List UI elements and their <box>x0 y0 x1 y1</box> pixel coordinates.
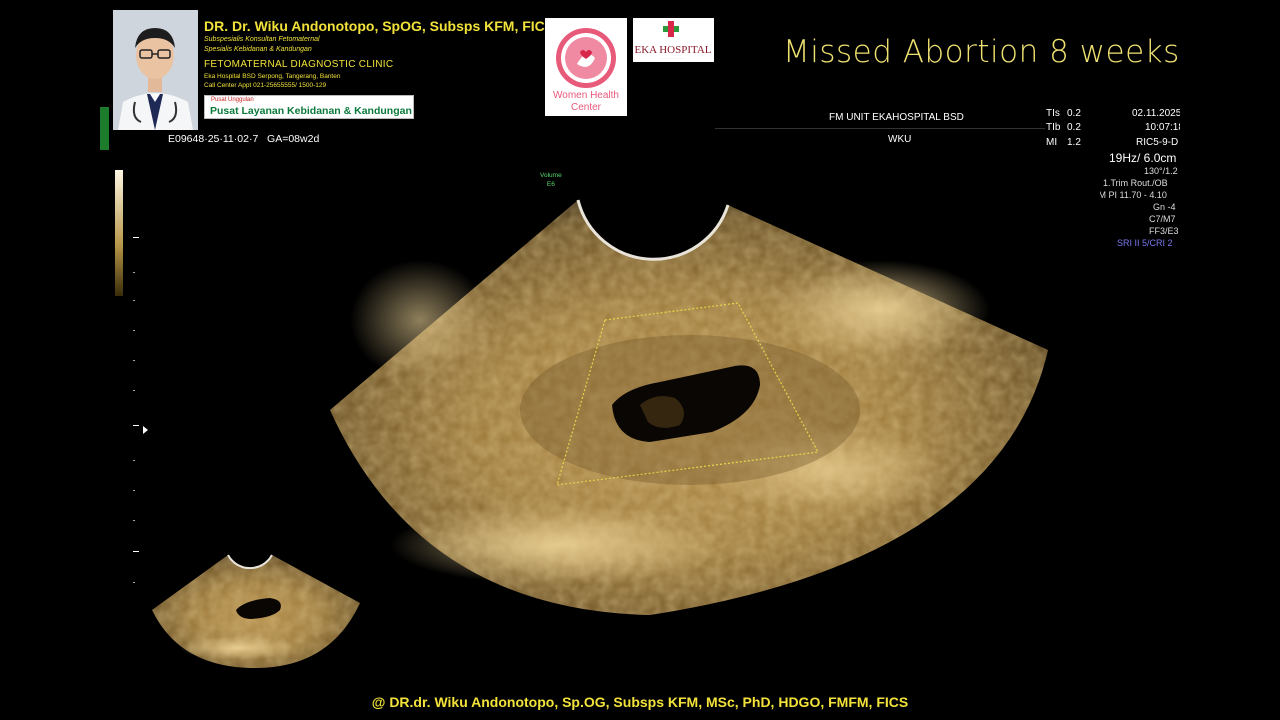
ultrasound-image <box>152 199 1048 668</box>
copyright-footer: @ DR.dr. Wiku Andonotopo, Sp.OG, Subsps … <box>371 694 909 710</box>
